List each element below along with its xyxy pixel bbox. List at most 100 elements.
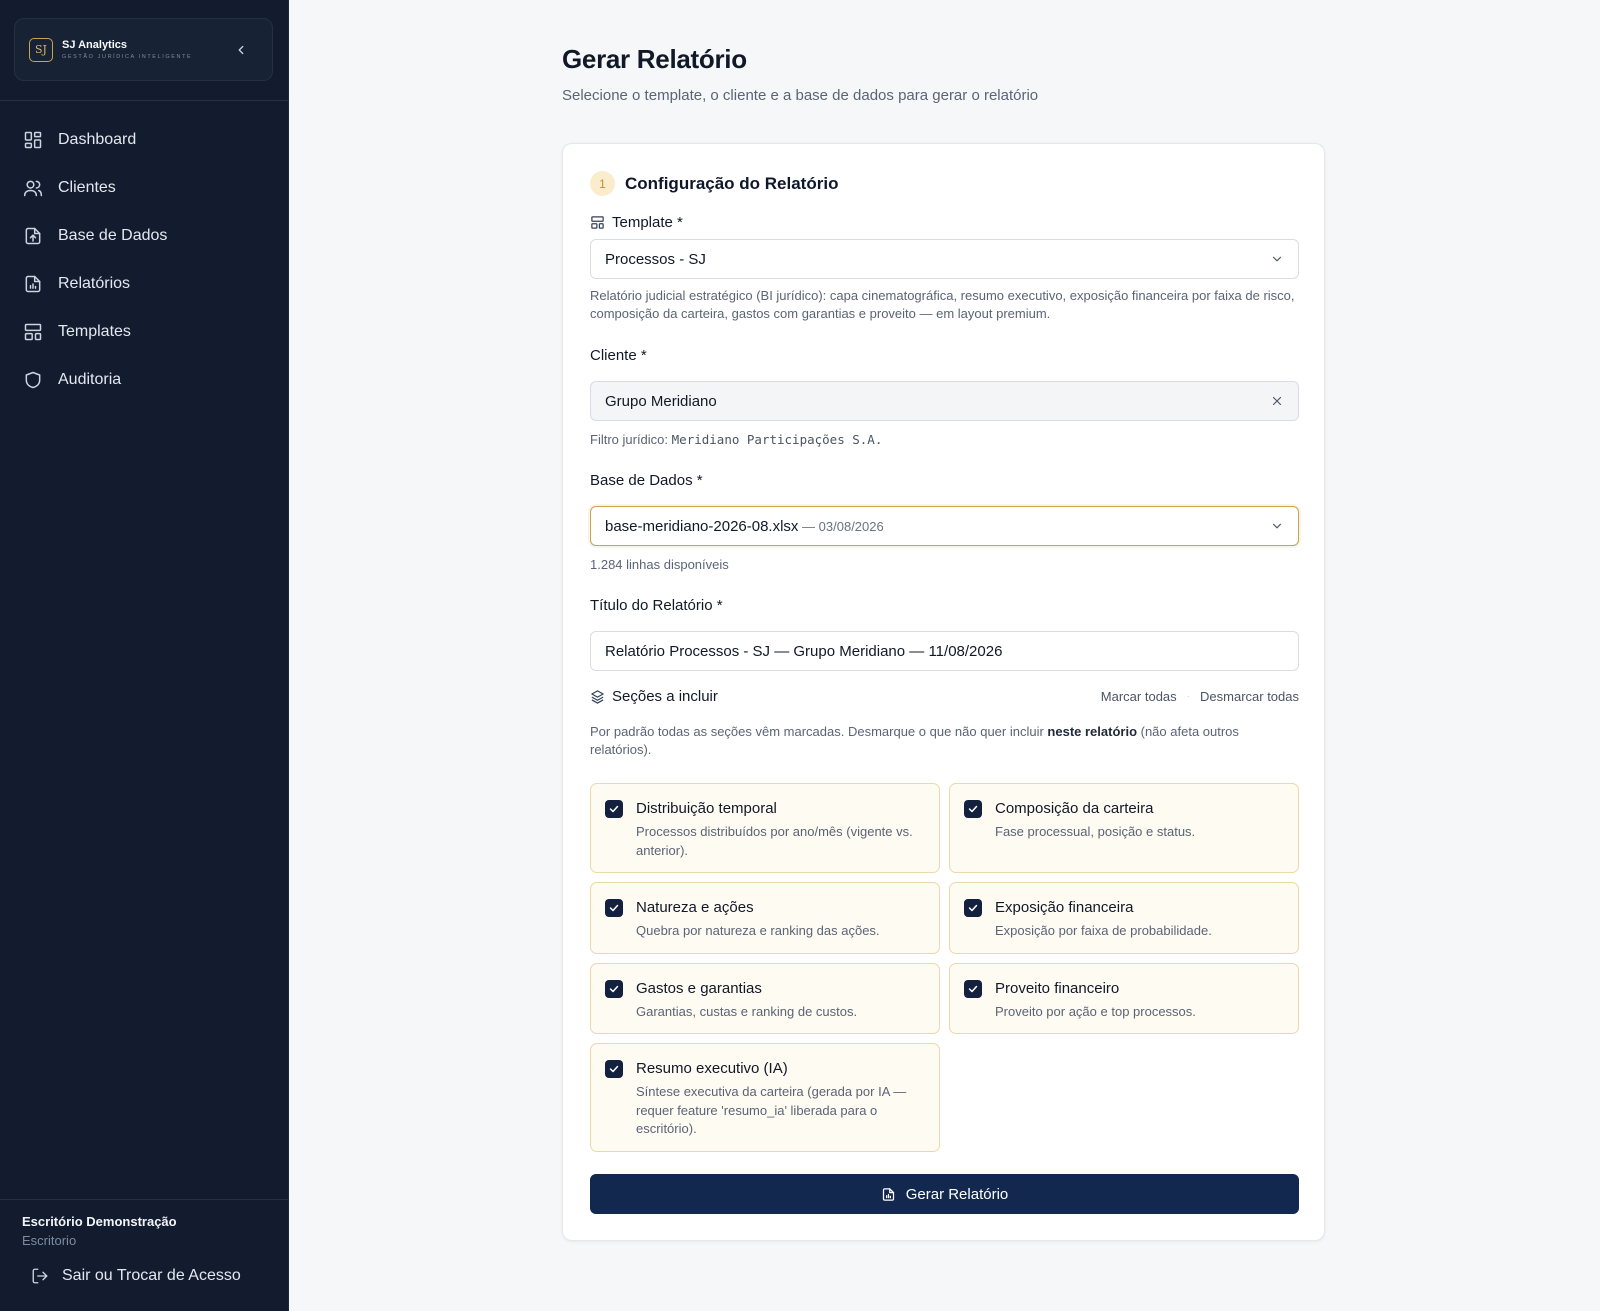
select-all-button[interactable]: Marcar todas (1101, 689, 1177, 704)
check-icon (968, 805, 978, 813)
chevron-down-icon (1272, 523, 1282, 529)
cliente-value: Grupo Meridiano (605, 392, 717, 410)
section-option-distribuicao[interactable]: Distribuição temporal Processos distribu… (590, 783, 940, 873)
section-description: Proveito por ação e top processos. (995, 1004, 1196, 1019)
section-title: Resumo executivo (IA) (636, 1060, 788, 1077)
titulo-input[interactable]: Relatório Processos - SJ — Grupo Meridia… (590, 631, 1299, 671)
template-value: Processos - SJ (605, 250, 706, 268)
section-option-natureza[interactable]: Natureza e ações Quebra por natureza e r… (590, 882, 940, 954)
cliente-filter-prefix: Filtro jurídico: (590, 432, 672, 447)
section-option-resumo-ia[interactable]: Resumo executivo (IA) Síntese executiva … (590, 1043, 940, 1152)
check-icon (609, 985, 619, 993)
logout-icon (32, 1268, 48, 1284)
base-date: — 03/08/2026 (798, 518, 884, 534)
chevron-down-icon (1272, 256, 1282, 262)
secoes-actions: Marcar todas · Desmarcar todas (1101, 689, 1299, 704)
sidebar-item-base-de-dados[interactable]: Base de Dados (0, 212, 289, 260)
section-description: Fase processual, posição e status. (995, 824, 1196, 839)
report-icon (25, 275, 41, 293)
section-option-exposicao[interactable]: Exposição financeira Exposição por faixa… (949, 882, 1299, 954)
secoes-help: Por padrão todas as seções vêm marcadas.… (590, 723, 1299, 759)
step-header: 1 Configuração do Relatório (590, 171, 1299, 196)
logout-label: Sair ou Trocar de Acesso (62, 1267, 241, 1284)
check-icon (968, 904, 978, 912)
cliente-filter-value: Meridiano Participações S.A. (671, 432, 883, 447)
organization-info: Escritório Demonstração Escritorio (22, 1214, 177, 1248)
step-number-badge: 1 (590, 171, 615, 196)
sidebar-item-auditoria[interactable]: Auditoria (0, 356, 289, 404)
cliente-filter-info: Filtro jurídico: Meridiano Participações… (590, 431, 1299, 449)
titulo-label-text: Título do Relatório * (590, 597, 723, 614)
layers-icon (591, 690, 604, 704)
section-option-proveito[interactable]: Proveito financeiro Proveito por ação e … (949, 963, 1299, 1034)
section-checkbox[interactable] (605, 1060, 623, 1078)
layout-icon (591, 216, 604, 229)
section-checkbox[interactable] (964, 899, 982, 917)
template-description: Relatório judicial estratégico (BI juríd… (590, 288, 1295, 321)
section-title: Proveito financeiro (995, 980, 1120, 997)
page-subtitle: Selecione o template, o cliente e a base… (562, 87, 1039, 104)
secoes-label-text: Seções a incluir (612, 688, 718, 705)
section-title: Natureza e ações (636, 899, 754, 916)
secoes-label: Seções a incluir (590, 688, 718, 705)
secoes-help-before: Por padrão todas as seções vêm marcadas.… (590, 724, 1048, 739)
sidebar-item-relatorios[interactable]: Relatórios (0, 260, 289, 308)
cliente-label: Cliente * (590, 347, 1299, 364)
sidebar-item-label: Dashboard (58, 131, 137, 148)
brand-name: SJ Analytics (62, 39, 128, 51)
sidebar-item-dashboard[interactable]: Dashboard (0, 116, 289, 164)
base-value: base-meridiano-2026-08.xlsx (605, 517, 799, 535)
base-label-text: Base de Dados * (590, 472, 703, 489)
generate-report-button[interactable]: Gerar Relatório (590, 1174, 1299, 1214)
template-select[interactable]: Processos - SJ (590, 239, 1299, 279)
titulo-label: Título do Relatório * (590, 597, 1299, 614)
sidebar-item-label: Templates (58, 323, 131, 340)
generate-report-label: Gerar Relatório (905, 1185, 1009, 1203)
deselect-all-button[interactable]: Desmarcar todas (1200, 689, 1299, 704)
section-checkbox[interactable] (605, 980, 623, 998)
section-title: Gastos e garantias (636, 980, 762, 997)
base-select[interactable]: base-meridiano-2026-08.xlsx — 03/08/2026 (590, 506, 1299, 546)
check-icon (609, 904, 619, 912)
secoes-header: Seções a incluir Marcar todas · Desmarca… (590, 688, 1299, 705)
sidebar-nav: Dashboard Clientes Base de Dados Relatór… (0, 116, 289, 404)
section-checkbox[interactable] (964, 980, 982, 998)
sidebar-item-clientes[interactable]: Clientes (0, 164, 289, 212)
shield-icon (25, 371, 41, 389)
report-icon (882, 1187, 894, 1201)
report-config-card: 1 Configuração do Relatório Template * P… (562, 143, 1325, 1241)
base-label: Base de Dados * (590, 472, 1299, 489)
chevron-left-icon (238, 45, 244, 55)
section-description: Quebra por natureza e ranking das ações. (636, 923, 880, 938)
logout-button[interactable]: Sair ou Trocar de Acesso (31, 1267, 241, 1285)
org-name: Escritório Demonstração (22, 1214, 177, 1229)
section-description: Garantias, custas e ranking de custos. (636, 1004, 858, 1019)
brand-panel: SJ SJ Analytics GESTÃO JURÍDICA INTELIGE… (14, 18, 273, 81)
sidebar-item-label: Base de Dados (58, 227, 168, 244)
collapse-sidebar-button[interactable] (232, 41, 250, 59)
dashboard-icon (24, 131, 42, 149)
brand-tagline: GESTÃO JURÍDICA INTELIGENTE (62, 54, 193, 60)
actions-separator: · (1186, 691, 1191, 702)
sidebar: SJ SJ Analytics GESTÃO JURÍDICA INTELIGE… (0, 0, 289, 1311)
sidebar-item-templates[interactable]: Templates (0, 308, 289, 356)
org-role: Escritorio (22, 1233, 77, 1248)
section-checkbox[interactable] (964, 800, 982, 818)
cliente-label-text: Cliente * (590, 347, 647, 364)
close-icon[interactable] (1270, 394, 1284, 408)
section-checkbox[interactable] (605, 800, 623, 818)
page-title: Gerar Relatório (562, 44, 747, 74)
cliente-combobox[interactable]: Grupo Meridiano (590, 381, 1299, 421)
section-title: Exposição financeira (995, 899, 1134, 916)
section-option-gastos[interactable]: Gastos e garantias Garantias, custas e r… (590, 963, 940, 1034)
sidebar-footer-divider (0, 1199, 289, 1200)
section-option-composicao[interactable]: Composição da carteira Fase processual, … (949, 783, 1299, 873)
template-label: Template * (590, 214, 1299, 231)
sidebar-divider (0, 100, 289, 101)
section-title: Composição da carteira (995, 800, 1154, 817)
step-title: Configuração do Relatório (625, 173, 839, 193)
users-icon (23, 180, 43, 197)
check-icon (609, 1065, 619, 1073)
main-content: Gerar Relatório Selecione o template, o … (289, 0, 1600, 1311)
section-checkbox[interactable] (605, 899, 623, 917)
